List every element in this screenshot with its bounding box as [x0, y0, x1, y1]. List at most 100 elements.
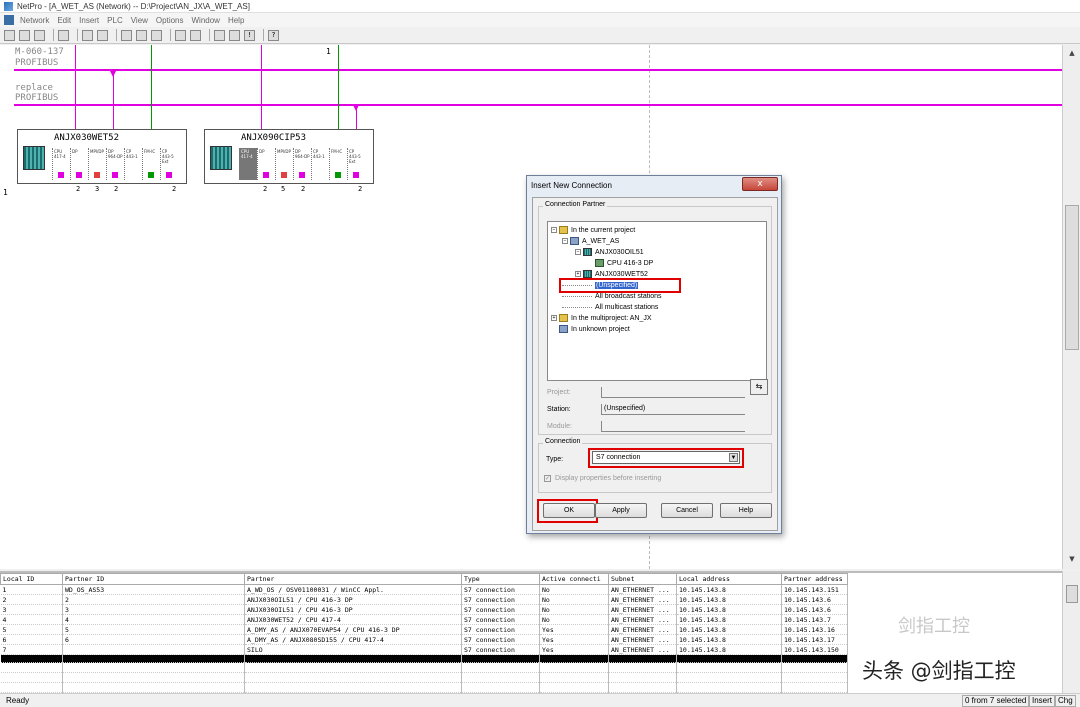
port-icon[interactable]: [299, 172, 305, 178]
table-row[interactable]: 4 4 ANJX030WET52 / CPU 417-4 S7 connection N…: [0, 614, 848, 625]
upload-icon[interactable]: [136, 29, 147, 41]
cancel-button[interactable]: Cancel: [661, 503, 713, 518]
module-cp-443-5[interactable]: CP 443-5 Ext: [347, 148, 365, 180]
new-row-selected[interactable]: [0, 654, 848, 663]
module-dp[interactable]: DP: [257, 148, 275, 180]
module-label: CPU 417-4: [54, 149, 66, 159]
menu-edit[interactable]: Edit: [57, 16, 71, 25]
menu-options[interactable]: Options: [156, 16, 184, 25]
station-anjx090cip53[interactable]: ANJX090CIP53 CPU 417-4 DP MPI/DP DP 964-…: [204, 129, 374, 184]
menu-network[interactable]: Network: [20, 16, 49, 25]
menu-help[interactable]: Help: [228, 16, 244, 25]
collapse-icon[interactable]: −: [575, 249, 581, 255]
display-properties-checkbox[interactable]: ✓: [544, 475, 551, 482]
collapse-icon[interactable]: −: [551, 227, 557, 233]
col-local-address[interactable]: Local address: [676, 573, 782, 585]
col-partner[interactable]: Partner: [244, 573, 462, 585]
connect-icon[interactable]: [190, 29, 201, 41]
paste-icon[interactable]: [97, 29, 108, 41]
tree-node[interactable]: − In the current project: [551, 225, 635, 235]
module-mpi-dp[interactable]: MPI/DP: [275, 148, 293, 180]
expand-icon[interactable]: +: [551, 315, 557, 321]
port-icon[interactable]: [263, 172, 269, 178]
module-cp-443-1[interactable]: CP 443-1: [124, 148, 142, 180]
port-icon[interactable]: [58, 172, 64, 178]
port-icon[interactable]: [166, 172, 172, 178]
assign-partner-icon[interactable]: ⇆: [750, 379, 768, 395]
canvas-scrollbar[interactable]: ▲ ▼: [1062, 45, 1080, 569]
port-icon[interactable]: [112, 172, 118, 178]
help-icon[interactable]: ?: [268, 29, 279, 41]
save-compile-icon[interactable]: [34, 29, 45, 41]
scroll-up-icon[interactable]: ▲: [1065, 47, 1079, 61]
table-cell: No: [539, 584, 609, 595]
menu-window[interactable]: Window: [192, 16, 220, 25]
col-subnet[interactable]: Subnet: [608, 573, 677, 585]
table-row[interactable]: 1 WD_OS_AS53 A_WD_OS / OSV01100031 / WinCC…: [0, 584, 848, 595]
exclamation-icon[interactable]: !: [244, 29, 255, 41]
partner-tree[interactable]: − In the current project − A_WET_AS − ANJX0…: [547, 221, 767, 381]
module-mpi-dp[interactable]: MPI/DP: [88, 148, 106, 180]
copy-icon[interactable]: [82, 29, 93, 41]
close-button[interactable]: x: [742, 177, 778, 191]
col-type[interactable]: Type: [461, 573, 540, 585]
module-dp-964[interactable]: DP 964-DP: [293, 148, 311, 180]
station-anjx030wet52[interactable]: ANJX030WET52 CPU 417-4 DP MPI/DP DP 964-…: [17, 129, 187, 184]
module-cp-443-5[interactable]: CP 443-5 Ext: [160, 148, 178, 180]
catalog-icon[interactable]: [214, 29, 225, 41]
collapse-icon[interactable]: −: [562, 238, 568, 244]
table-row[interactable]: 3 3 ANJX030OIL51 / CPU 416-3 DP S7 connecti…: [0, 604, 848, 615]
table-row[interactable]: 2 2 ANJX030OIL51 / CPU 416-3 DP S7 connecti…: [0, 594, 848, 605]
download-icon[interactable]: [121, 29, 132, 41]
open-icon[interactable]: [4, 29, 15, 41]
port-icon[interactable]: [148, 172, 154, 178]
help-button[interactable]: Help: [720, 503, 772, 518]
toolbar-separator: [209, 29, 210, 41]
tree-node[interactable]: All multicast stations: [562, 302, 658, 312]
scroll-down-icon[interactable]: ▼: [1065, 553, 1079, 567]
tree-node[interactable]: − ANJX030OIL51: [575, 247, 644, 257]
port-icon[interactable]: [76, 172, 82, 178]
table-row[interactable]: 5 5 A_DMY_AS / ANJX070EVAP54 / CPU 416-3 D…: [0, 624, 848, 635]
tree-node[interactable]: + In the multiproject: AN_JX: [551, 313, 652, 323]
module-cpu[interactable]: CPU 417-4: [239, 148, 257, 180]
profibus-line-1[interactable]: [14, 69, 1062, 71]
menu-plc[interactable]: PLC: [107, 16, 123, 25]
tree-node[interactable]: − A_WET_AS: [562, 236, 619, 246]
table-scrollbar[interactable]: [1062, 571, 1080, 693]
module-fm-ic[interactable]: FM-IC: [329, 148, 347, 180]
toolbar-separator: [116, 29, 117, 41]
document-icon[interactable]: [4, 15, 14, 25]
apply-button[interactable]: Apply: [595, 503, 647, 518]
profibus-line-2[interactable]: [14, 104, 1062, 106]
port-icon[interactable]: [94, 172, 100, 178]
table-row[interactable]: 6 6 A_DMY_AS / ANJX080SD155 / CPU 417-4 S7 …: [0, 634, 848, 645]
check-icon[interactable]: [175, 29, 186, 41]
port-icon[interactable]: [335, 172, 341, 178]
scroll-thumb[interactable]: [1065, 205, 1079, 350]
col-local-id[interactable]: Local ID: [0, 573, 63, 585]
tree-node[interactable]: In unknown project: [559, 324, 630, 334]
col-partner-address[interactable]: Partner address: [781, 573, 848, 585]
table-row[interactable]: 7 SILO S7 connection Yes AN_ETHERNET ... 10.1…: [0, 644, 848, 655]
scroll-thumb[interactable]: [1066, 585, 1078, 603]
module-cpu[interactable]: CPU 417-4: [52, 148, 70, 180]
col-partner-id[interactable]: Partner ID: [62, 573, 245, 585]
col-active[interactable]: Active connecti: [539, 573, 609, 585]
print-icon[interactable]: [58, 29, 69, 41]
menu-insert[interactable]: Insert: [79, 16, 99, 25]
module-fm-ic[interactable]: FM-IC: [142, 148, 160, 180]
module-dp-964[interactable]: DP 964-DP: [106, 148, 124, 180]
tree-node[interactable]: CPU 416-3 DP: [595, 258, 653, 268]
port-icon[interactable]: [353, 172, 359, 178]
port-icon[interactable]: [281, 172, 287, 178]
node-address: 2: [172, 185, 177, 193]
status-bar: Ready 0 from 7 selected Insert Chg: [0, 693, 1080, 707]
module-cp-443-1[interactable]: CP 443-1: [311, 148, 329, 180]
expand-icon[interactable]: +: [575, 271, 581, 277]
network-icon[interactable]: [151, 29, 162, 41]
menu-view[interactable]: View: [131, 16, 148, 25]
module-dp[interactable]: DP: [70, 148, 88, 180]
save-icon[interactable]: [19, 29, 30, 41]
overview-icon[interactable]: [229, 29, 240, 41]
